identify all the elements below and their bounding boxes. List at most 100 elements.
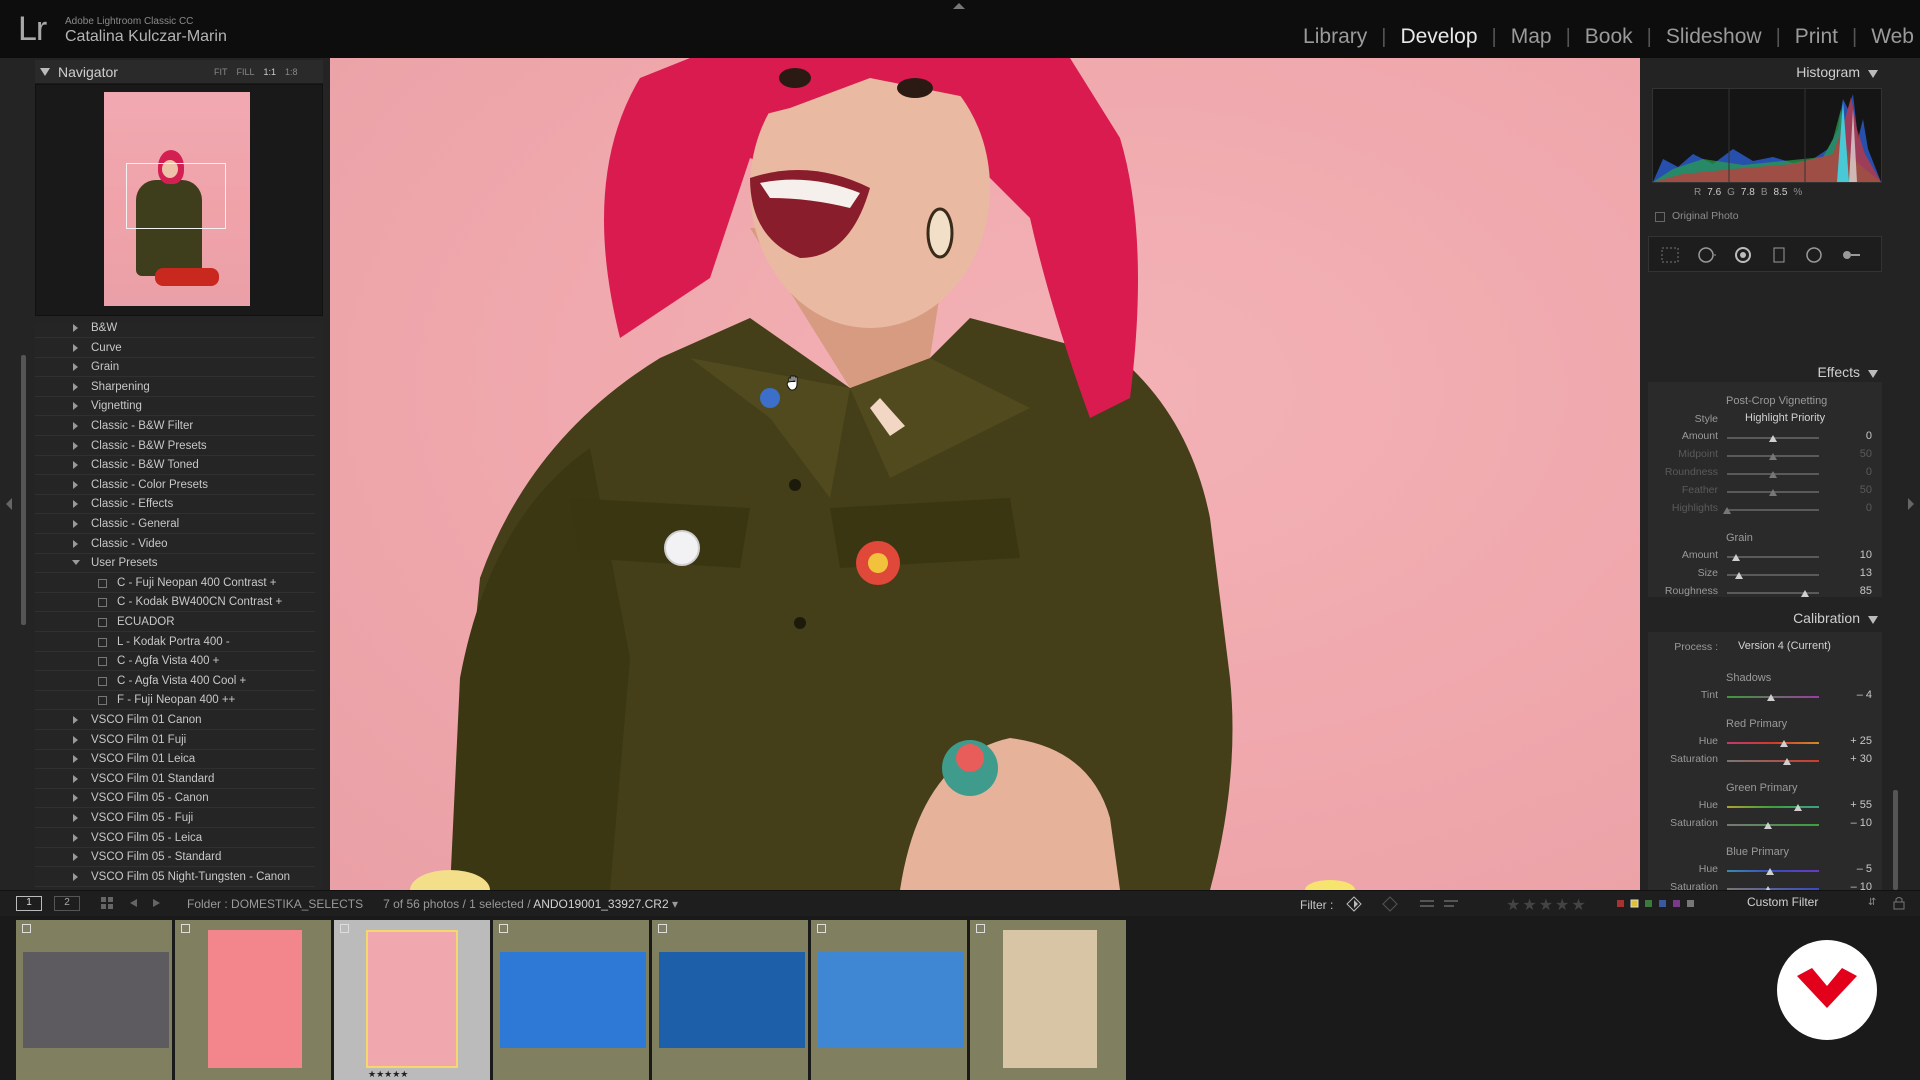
folder-collapsed-icon[interactable]: [73, 382, 78, 391]
color-label-filter[interactable]: [1617, 899, 1717, 909]
collapse-left-panel-icon[interactable]: [6, 498, 12, 510]
slider-knob[interactable]: [1780, 740, 1789, 747]
right-panel-scrollbar[interactable]: [1893, 790, 1898, 890]
slider-knob[interactable]: [1769, 435, 1777, 442]
slider-value[interactable]: 50: [1832, 484, 1872, 496]
navigator-zoom-rectangle[interactable]: [126, 163, 226, 229]
preset-folder-item[interactable]: VSCO Film 05 - Leica: [35, 829, 315, 848]
pick-flag-icon[interactable]: [22, 924, 31, 933]
radial-filter-icon[interactable]: [1804, 246, 1824, 264]
user-preset-item[interactable]: C - Fuji Neopan 400 Contrast +: [35, 574, 315, 593]
slider-knob[interactable]: [1769, 489, 1777, 496]
folder-collapsed-icon[interactable]: [73, 833, 78, 842]
folder-collapsed-icon[interactable]: [73, 814, 78, 822]
folder-collapsed-icon[interactable]: [73, 853, 78, 862]
slider-track[interactable]: [1727, 742, 1819, 744]
preset-folder-item[interactable]: Classic - Effects: [35, 495, 315, 515]
preset-folder-item[interactable]: Classic - General: [35, 515, 315, 534]
folder-collapsed-icon[interactable]: [73, 872, 78, 881]
histogram-display[interactable]: [1652, 88, 1882, 183]
slider-knob[interactable]: [1801, 590, 1810, 597]
module-web[interactable]: Web: [1857, 25, 1920, 49]
preset-folder-item[interactable]: Classic - Video: [35, 535, 315, 554]
pick-flag-icon[interactable]: [499, 924, 508, 933]
folder-collapsed-icon[interactable]: [73, 794, 78, 803]
module-print[interactable]: Print: [1781, 25, 1852, 49]
user-preset-item[interactable]: ECUADOR: [35, 613, 315, 632]
slider-knob[interactable]: [1734, 572, 1743, 579]
preset-folder-item[interactable]: Vignetting: [35, 397, 315, 417]
slider-value[interactable]: 85: [1832, 585, 1872, 597]
folder-collapsed-icon[interactable]: [73, 716, 78, 724]
slider-value[interactable]: – 4: [1832, 689, 1872, 701]
calibration-collapse-icon[interactable]: [1868, 616, 1878, 624]
preset-folder-item[interactable]: B&W: [35, 322, 315, 338]
slider-value[interactable]: – 5: [1832, 863, 1872, 875]
preset-folder-item[interactable]: Classic - B&W Toned: [35, 456, 315, 476]
filmstrip-thumbnail[interactable]: [208, 930, 302, 1068]
red-eye-icon[interactable]: [1733, 246, 1753, 264]
slider-track[interactable]: [1727, 760, 1819, 762]
folder-collapsed-icon[interactable]: [73, 774, 78, 783]
filmstrip-thumbnail[interactable]: [818, 952, 964, 1048]
calibration-header[interactable]: Calibration: [1648, 610, 1882, 632]
flag-filter-icon[interactable]: [1346, 896, 1362, 912]
source-dropdown-icon[interactable]: ▾: [672, 897, 678, 911]
effects-collapse-icon[interactable]: [1868, 370, 1878, 378]
slider-track[interactable]: [1727, 556, 1819, 558]
graduated-filter-icon[interactable]: [1769, 246, 1789, 264]
module-book[interactable]: Book: [1571, 25, 1647, 49]
preset-folder-item[interactable]: VSCO Film 05 - Standard: [35, 848, 315, 868]
preset-folder-item[interactable]: VSCO Film 01 Standard: [35, 770, 315, 789]
hide-top-panel-arrow-icon[interactable]: [953, 3, 965, 9]
preset-folder-item[interactable]: Sharpening: [35, 378, 315, 397]
folder-collapsed-icon[interactable]: [73, 343, 78, 352]
user-preset-item[interactable]: C - Agfa Vista 400 Cool +: [35, 672, 315, 691]
preset-folder-item[interactable]: VSCO Film 05 - Fuji: [35, 809, 315, 828]
module-library[interactable]: Library: [1289, 25, 1381, 49]
slider-knob[interactable]: [1767, 694, 1776, 701]
custom-filter-dropdown[interactable]: Custom Filter: [1743, 895, 1883, 913]
process-version-dropdown[interactable]: Version 4 (Current): [1738, 640, 1831, 652]
preset-folder-item[interactable]: Grain: [35, 358, 315, 378]
preset-folder-item[interactable]: VSCO Film 05 Night-Tungsten - Canon: [35, 868, 315, 887]
histogram-collapse-icon[interactable]: [1868, 70, 1878, 78]
slider-knob[interactable]: [1769, 453, 1777, 460]
original-photo-checkbox[interactable]: [1655, 212, 1665, 222]
navigator-collapse-icon[interactable]: [40, 68, 50, 76]
folder-collapsed-icon[interactable]: [73, 363, 78, 372]
zoom-fit-option[interactable]: FIT: [214, 67, 228, 77]
collapse-right-panel-icon[interactable]: [1908, 498, 1914, 510]
adjustment-brush-icon[interactable]: [1840, 246, 1860, 264]
folder-collapsed-icon[interactable]: [73, 500, 78, 509]
folder-collapsed-icon[interactable]: [73, 402, 78, 411]
slider-value[interactable]: + 55: [1832, 799, 1872, 811]
slider-track[interactable]: [1727, 806, 1819, 808]
zoom-1-1-option[interactable]: 1:1: [264, 67, 277, 77]
slider-knob[interactable]: [1782, 758, 1791, 765]
window-1-button[interactable]: 1: [16, 896, 42, 911]
slider-knob[interactable]: [1732, 554, 1741, 561]
pick-flag-icon[interactable]: [976, 924, 985, 933]
preset-folder-item[interactable]: VSCO Film 01 Fuji: [35, 731, 315, 750]
window-2-button[interactable]: 2: [54, 896, 80, 911]
vignette-style-dropdown[interactable]: Highlight Priority: [1745, 412, 1825, 424]
slider-value[interactable]: 13: [1832, 567, 1872, 579]
main-photo-view[interactable]: [330, 58, 1640, 890]
user-preset-item[interactable]: F - Fuji Neopan 400 ++: [35, 691, 315, 711]
slider-value[interactable]: 0: [1832, 502, 1872, 514]
crop-overlay-icon[interactable]: [1660, 246, 1680, 264]
grid-view-icon[interactable]: [100, 896, 114, 910]
zoom-fill-option[interactable]: FILL: [237, 67, 255, 77]
preset-folder-item[interactable]: Classic - B&W Presets: [35, 437, 315, 456]
preset-folder-item[interactable]: User Presets: [35, 554, 315, 574]
filmstrip-thumbnail[interactable]: [1003, 930, 1097, 1068]
folder-collapsed-icon[interactable]: [73, 461, 78, 470]
module-develop[interactable]: Develop: [1386, 25, 1491, 49]
folder-expanded-icon[interactable]: [72, 560, 80, 566]
preset-folder-item[interactable]: Classic - B&W Filter: [35, 417, 315, 436]
rejected-filter-icon[interactable]: [1382, 896, 1398, 912]
user-preset-item[interactable]: L - Kodak Portra 400 -: [35, 633, 315, 652]
user-preset-item[interactable]: C - Kodak BW400CN Contrast +: [35, 593, 315, 613]
filmstrip-source-info[interactable]: Folder : DOMESTIKA_SELECTS 7 of 56 photo…: [187, 897, 678, 911]
